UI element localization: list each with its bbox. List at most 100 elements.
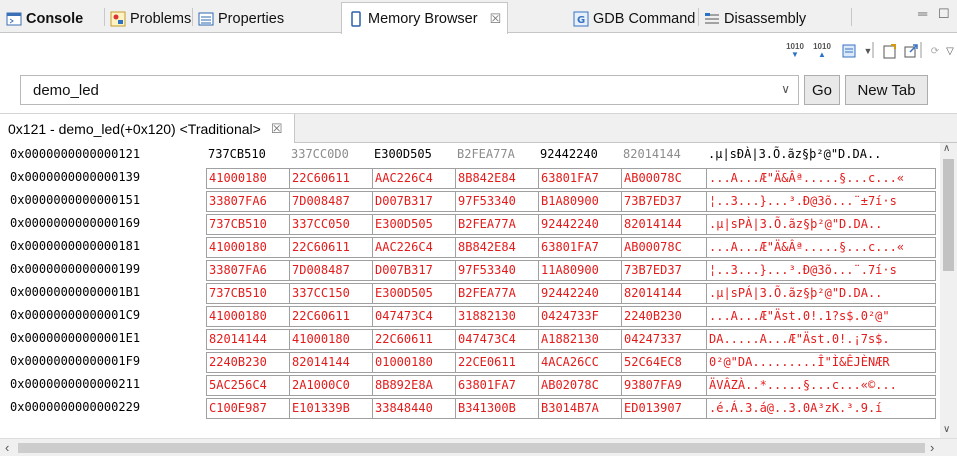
- memory-cell[interactable]: 63801FA7: [538, 237, 621, 258]
- export-binary-icon[interactable]: 1010 ▲: [812, 42, 832, 60]
- memory-cell[interactable]: 92442240: [538, 145, 621, 166]
- memory-cell[interactable]: 22C60611: [289, 306, 372, 327]
- memory-cell[interactable]: 047473C4: [372, 306, 455, 327]
- memory-grid[interactable]: 0x0000000000000121 737CB510 337CC0D0 E300D5…: [0, 143, 940, 438]
- memory-cell[interactable]: B3014B7A: [538, 398, 621, 419]
- memory-cell[interactable]: 737CB510: [206, 283, 289, 304]
- memory-cell[interactable]: 8B842E84: [455, 237, 538, 258]
- go-button[interactable]: Go: [804, 75, 840, 105]
- memory-cell[interactable]: 63801FA7: [455, 375, 538, 396]
- new-tab-button[interactable]: New Tab: [845, 75, 928, 105]
- memory-cell[interactable]: 41000180: [289, 329, 372, 350]
- memory-cell[interactable]: 73B7ED37: [621, 191, 707, 212]
- maximize-icon[interactable]: ☐: [938, 6, 950, 22]
- new-rendering-icon[interactable]: [880, 42, 900, 60]
- scroll-right-icon[interactable]: ›: [930, 440, 934, 455]
- memory-cell[interactable]: 7D008487: [289, 260, 372, 281]
- memory-cell[interactable]: B1A80900: [538, 191, 621, 212]
- memory-ascii[interactable]: DA.....A...Æ"Äst.0!.¡7s$.: [706, 329, 936, 350]
- memory-cell[interactable]: 33807FA6: [206, 260, 289, 281]
- memory-cell[interactable]: 41000180: [206, 237, 289, 258]
- memory-cell[interactable]: 4ACA26CC: [538, 352, 621, 373]
- close-icon[interactable]: ☒: [271, 121, 283, 137]
- tab-problems[interactable]: Problems: [110, 4, 191, 33]
- memory-cell[interactable]: 337CC150: [289, 283, 372, 304]
- memory-cell[interactable]: 31882130: [455, 306, 538, 327]
- scroll-left-icon[interactable]: ‹: [5, 440, 9, 455]
- memory-cell[interactable]: 92442240: [538, 283, 621, 304]
- memory-cell[interactable]: 82014144: [621, 214, 707, 235]
- tab-disassembly[interactable]: Disassembly: [704, 4, 806, 33]
- view-menu-icon[interactable]: ▽: [944, 42, 956, 60]
- memory-cell[interactable]: 7D008487: [289, 191, 372, 212]
- memory-ascii[interactable]: ...A...Æ"Äst.0!.1?s$.0²@": [706, 306, 936, 327]
- memory-cell[interactable]: 0424733F: [538, 306, 621, 327]
- memory-cell[interactable]: B2FEA77A: [455, 214, 538, 235]
- memory-cell[interactable]: AB00078C: [621, 168, 707, 189]
- memory-cell[interactable]: 63801FA7: [538, 168, 621, 189]
- memory-cell[interactable]: 047473C4: [455, 329, 538, 350]
- memory-cell[interactable]: 41000180: [206, 168, 289, 189]
- address-combo[interactable]: ∨: [20, 75, 799, 105]
- memory-ascii[interactable]: ¦..3...}...³.Ð@3õ...¨±7í·s: [706, 191, 936, 212]
- memory-cell[interactable]: 82014144: [289, 352, 372, 373]
- tab-properties[interactable]: Properties: [198, 4, 284, 33]
- rendering-icon[interactable]: [840, 42, 860, 60]
- memory-cell[interactable]: A1882130: [538, 329, 621, 350]
- memory-cell[interactable]: 11A80900: [538, 260, 621, 281]
- memory-cell[interactable]: 22C60611: [289, 237, 372, 258]
- memory-ascii[interactable]: .é.Á.3.á@..3.0A³zK.³.9.í: [706, 398, 936, 419]
- memory-cell[interactable]: 97F53340: [455, 260, 538, 281]
- memory-cell[interactable]: 2240B230: [621, 306, 707, 327]
- minimize-icon[interactable]: ═: [918, 6, 927, 21]
- memory-cell[interactable]: 22C60611: [289, 168, 372, 189]
- memory-cell[interactable]: D007B317: [372, 260, 455, 281]
- tab-gdb-command[interactable]: G GDB Command: [573, 4, 695, 33]
- tab-console[interactable]: Console: [6, 4, 83, 33]
- memory-cell[interactable]: 337CC0D0: [289, 145, 372, 166]
- memory-cell[interactable]: 82014144: [621, 145, 707, 166]
- memory-cell[interactable]: AB00078C: [621, 237, 707, 258]
- memory-cell[interactable]: AAC226C4: [372, 168, 455, 189]
- memory-cell[interactable]: 33807FA6: [206, 191, 289, 212]
- scroll-thumb[interactable]: [943, 159, 954, 271]
- memory-ascii[interactable]: ÄVÂZÀ..*.....§...c...«©...: [706, 375, 936, 396]
- memory-cell[interactable]: 82014144: [621, 283, 707, 304]
- memory-cell[interactable]: 73B7ED37: [621, 260, 707, 281]
- chevron-down-icon[interactable]: ∨: [781, 82, 790, 96]
- memory-ascii[interactable]: ¦..3...}...³.Ð@3õ...¨.7í·s: [706, 260, 936, 281]
- memory-cell[interactable]: 8B842E84: [455, 168, 538, 189]
- memory-cell[interactable]: 52C64EC8: [621, 352, 707, 373]
- memory-cell[interactable]: 737CB510: [206, 145, 289, 166]
- memory-cell[interactable]: 04247337: [621, 329, 707, 350]
- memory-cell[interactable]: 93807FA9: [621, 375, 707, 396]
- address-input[interactable]: [21, 76, 761, 104]
- memory-cell[interactable]: 33848440: [372, 398, 455, 419]
- memory-cell[interactable]: E101339B: [289, 398, 372, 419]
- link-icon[interactable]: ⟳: [925, 42, 945, 60]
- memory-cell[interactable]: 22C60611: [372, 329, 455, 350]
- scroll-down-icon[interactable]: ∨: [943, 424, 950, 435]
- tab-rendering[interactable]: 0x121 - demo_led(+0x120) <Traditional> ☒: [0, 114, 296, 143]
- memory-ascii[interactable]: ...A...Æ"Ä&Âª.....§...c...«: [706, 168, 936, 189]
- memory-cell[interactable]: 5AC256C4: [206, 375, 289, 396]
- memory-ascii[interactable]: 0²@"DA.........Î"Ì&ÊJÈNÆR: [706, 352, 936, 373]
- memory-cell[interactable]: 8B892E8A: [372, 375, 455, 396]
- memory-cell[interactable]: AB02078C: [538, 375, 621, 396]
- memory-cell[interactable]: C100E987: [206, 398, 289, 419]
- memory-cell[interactable]: B2FEA77A: [455, 283, 538, 304]
- memory-cell[interactable]: E300D505: [372, 145, 455, 166]
- memory-cell[interactable]: 92442240: [538, 214, 621, 235]
- chevron-down-icon[interactable]: ▼: [858, 42, 878, 60]
- memory-cell[interactable]: 01000180: [372, 352, 455, 373]
- memory-cell[interactable]: 2240B230: [206, 352, 289, 373]
- export-icon[interactable]: [901, 42, 921, 60]
- scroll-up-icon[interactable]: ∧: [943, 143, 950, 154]
- vertical-scrollbar[interactable]: ∧ ∨: [940, 143, 957, 438]
- memory-ascii[interactable]: ...A...Æ"Ä&Âª.....§...c...«: [706, 237, 936, 258]
- memory-ascii[interactable]: .µ|sÐÀ|3.Õ.ãz§þ²@"D.DA..: [706, 145, 936, 166]
- memory-cell[interactable]: 97F53340: [455, 191, 538, 212]
- memory-ascii[interactable]: .µ|sPÁ|3.Õ.ãz§þ²@"D.DA..: [706, 283, 936, 304]
- memory-cell[interactable]: 737CB510: [206, 214, 289, 235]
- memory-cell[interactable]: 82014144: [206, 329, 289, 350]
